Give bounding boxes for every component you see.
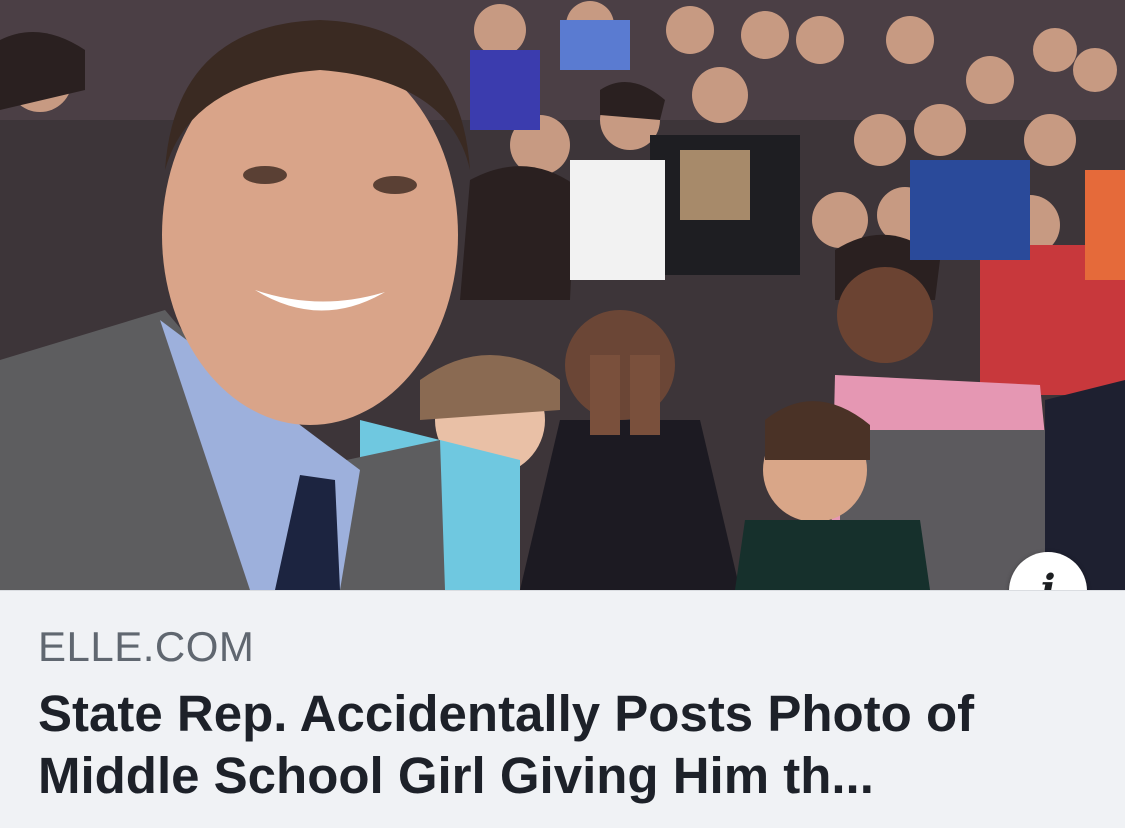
article-headline[interactable]: State Rep. Accidentally Posts Photo of M…: [38, 683, 1087, 807]
link-caption[interactable]: ELLE.COM State Rep. Accidentally Posts P…: [0, 590, 1125, 828]
article-photo[interactable]: i: [0, 0, 1125, 590]
source-domain: ELLE.COM: [38, 623, 255, 670]
photo-thumbnail: [0, 0, 1125, 590]
info-icon: i: [1040, 566, 1056, 591]
link-preview-card[interactable]: i ELLE.COM State Rep. Accidentally Posts…: [0, 0, 1125, 828]
